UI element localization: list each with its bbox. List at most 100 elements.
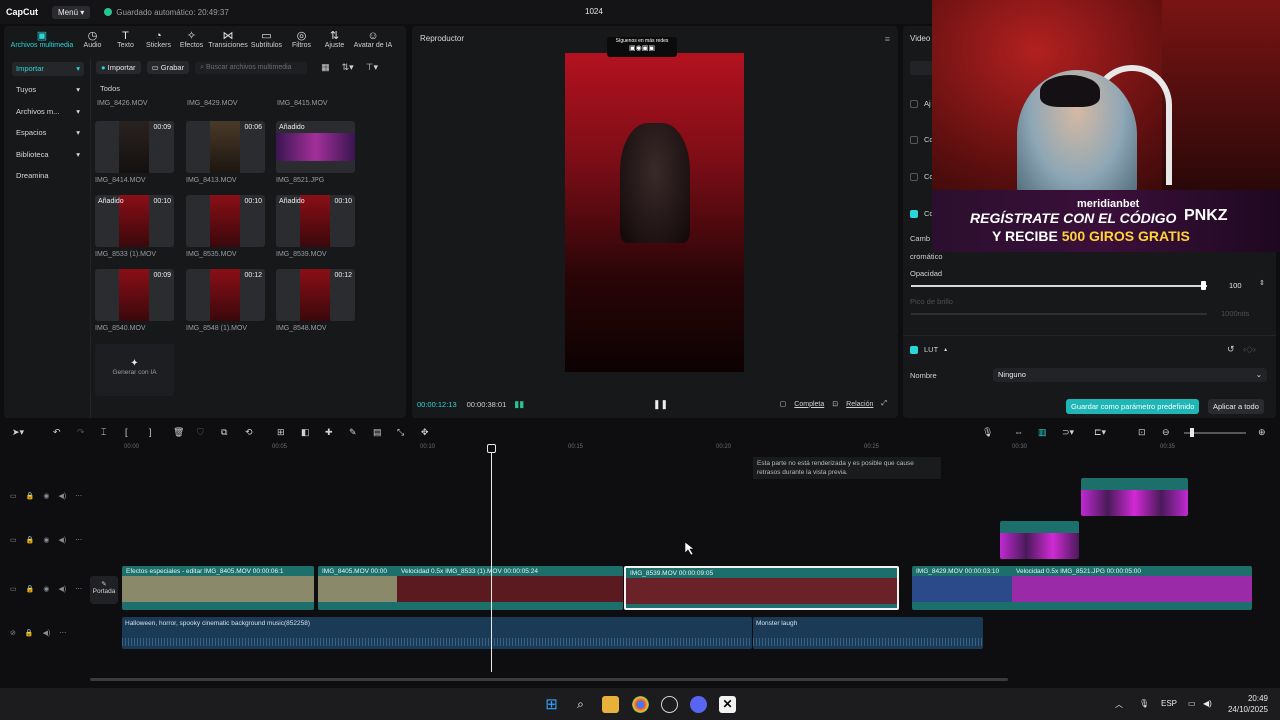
trim-right-icon[interactable]: ]: [149, 427, 152, 437]
network-icon[interactable]: ▭: [1188, 699, 1196, 708]
apply-all-button[interactable]: Aplicar a todo: [1208, 399, 1264, 414]
eye-icon[interactable]: ◉: [43, 585, 49, 593]
crop-icon[interactable]: ▢: [780, 400, 787, 408]
media-clip[interactable]: 00:12 IMG_8548 (1).MOV: [186, 269, 265, 332]
checkbox[interactable]: [910, 172, 918, 181]
media-clip[interactable]: 00:06 IMG_8413.MOV: [186, 121, 265, 184]
category-spaces[interactable]: Espacios ▾: [12, 126, 84, 140]
caption-toggle-icon[interactable]: ⊡: [1138, 427, 1146, 438]
more-icon[interactable]: ⋯: [75, 492, 82, 500]
transform-icon[interactable]: ⟲: [245, 427, 253, 438]
category-dreamina[interactable]: Dreamina: [12, 169, 84, 183]
freeze-icon[interactable]: ⊞: [277, 427, 285, 438]
check-row[interactable]: Co: [910, 209, 934, 218]
full-quality-button[interactable]: Completa: [794, 401, 824, 408]
zoom-in-icon[interactable]: ⊕: [1258, 427, 1266, 438]
clock[interactable]: 20:49 24/10/2025: [1228, 693, 1268, 715]
lut-row[interactable]: LUT ▴: [910, 345, 947, 354]
waveform-icon[interactable]: ▮▮: [514, 399, 524, 410]
speaker-icon[interactable]: ◀): [58, 536, 66, 544]
capcut-icon[interactable]: ✕: [719, 696, 736, 713]
redo-icon[interactable]: ↷: [77, 427, 85, 438]
eye-icon[interactable]: ◉: [43, 492, 49, 500]
delete-icon[interactable]: 🗑: [173, 427, 184, 438]
tab-effects[interactable]: ✧ Efectos: [175, 28, 208, 58]
opacity-slider-knob[interactable]: [1201, 281, 1207, 290]
opacity-value[interactable]: 100: [1229, 281, 1242, 290]
shield-icon[interactable]: ⛉: [197, 427, 204, 438]
tab-ai-avatar[interactable]: ☺ Avatar de IA: [351, 28, 395, 58]
mask-icon[interactable]: ✚: [325, 427, 333, 438]
lock-icon[interactable]: 🔒: [26, 585, 35, 593]
menu-button[interactable]: Menú ▾: [52, 5, 91, 19]
zoom-out-icon[interactable]: ⊖: [1162, 427, 1170, 438]
magic-icon[interactable]: ✎: [349, 427, 357, 438]
main-clip[interactable]: Efectos especiales - editar IMG_8405.MOV…: [122, 566, 314, 610]
checkbox-checked[interactable]: [910, 345, 918, 354]
overlay-clip[interactable]: IMG_8426.MOV 00:00:03:20: [1081, 478, 1188, 516]
checkbox[interactable]: [910, 99, 918, 108]
sort-icon[interactable]: ⇅▾: [342, 62, 354, 73]
video-preview[interactable]: [565, 53, 744, 372]
select-tool-icon[interactable]: ➤▾: [12, 427, 24, 438]
lock-icon[interactable]: 🔒: [26, 536, 35, 544]
checkbox[interactable]: [910, 135, 918, 144]
more-icon[interactable]: ⋯: [59, 629, 66, 637]
tab-adjust[interactable]: ⇅ Ajuste: [318, 28, 351, 58]
chrome-icon[interactable]: [632, 696, 649, 713]
link-icon[interactable]: ⇔: [1014, 427, 1023, 437]
search-input[interactable]: ⌕ Buscar archivos multimedia: [195, 61, 308, 74]
filter-all[interactable]: Todos: [100, 84, 120, 93]
more-icon[interactable]: ⋯: [75, 585, 82, 593]
speaker-icon[interactable]: ◀): [58, 585, 66, 593]
zoom-slider-knob[interactable]: [1190, 428, 1194, 437]
lut-select[interactable]: Ninguno ⌄: [993, 368, 1267, 382]
zoom-icon[interactable]: ⊡: [832, 400, 838, 408]
microphone-tray-icon[interactable]: 🎙: [1139, 699, 1149, 708]
mirror-icon[interactable]: ◧: [301, 427, 310, 438]
check-row[interactable]: Co: [910, 135, 934, 144]
ratio-button[interactable]: Relación: [846, 401, 873, 408]
tab-audio[interactable]: ◷ Audio: [76, 28, 109, 58]
overlay-clip[interactable]: IMG_8426.MOV 00:00: [1000, 521, 1079, 559]
obs-icon[interactable]: [661, 696, 678, 713]
crop-icon[interactable]: ⧉: [221, 427, 227, 438]
chain-icon[interactable]: ⊃▾: [1062, 427, 1074, 438]
resize-icon[interactable]: ⤡: [397, 427, 404, 438]
tab-subtitles[interactable]: ▭ Subtítulos: [248, 28, 285, 58]
tab-media[interactable]: ▣ Archivos multimedia: [8, 28, 76, 58]
media-clip[interactable]: Añadido 00:10 IMG_8533 (1).MOV: [95, 195, 174, 258]
undo-icon[interactable]: ↶: [53, 427, 61, 438]
discord-icon[interactable]: [690, 696, 707, 713]
tab-transitions[interactable]: ⋈ Transiciones: [208, 28, 248, 58]
volume-icon[interactable]: ◀): [1203, 699, 1212, 708]
media-clip[interactable]: 00:09 IMG_8540.MOV: [95, 269, 174, 332]
filter-icon[interactable]: ⊤▾: [366, 62, 378, 73]
main-clip[interactable]: Velocidad 0.5x IMG_8521.JPG 00:00:05:00: [1012, 566, 1252, 610]
caption-icon[interactable]: ▤: [373, 427, 382, 438]
generate-ai-button[interactable]: ✦ Generar con IA: [95, 344, 174, 396]
split-icon[interactable]: ⌶: [101, 427, 106, 438]
category-media-files[interactable]: Archivos m... ▾: [12, 105, 84, 119]
lock-icon[interactable]: 🔒: [26, 492, 35, 500]
category-library[interactable]: Biblioteca ▾: [12, 148, 84, 162]
more-icon[interactable]: ⋯: [75, 536, 82, 544]
microphone-icon[interactable]: 🎙: [982, 427, 993, 438]
audio-clip[interactable]: Halloween, horror, spooky cinematic back…: [122, 617, 752, 649]
tab-stickers[interactable]: ◔ Stickers: [142, 28, 175, 58]
checkbox-checked[interactable]: [910, 209, 918, 218]
media-clip[interactable]: Añadido 00:10 IMG_8539.MOV: [276, 195, 355, 258]
audio-clip[interactable]: Monster laugh: [753, 617, 983, 649]
lock-icon[interactable]: 🔒: [25, 629, 34, 637]
keyframe-icon[interactable]: ‹◇›: [1243, 344, 1256, 355]
language-indicator[interactable]: ESP: [1161, 699, 1177, 708]
windows-start-icon[interactable]: ⊞: [543, 696, 560, 713]
timeline-ruler[interactable]: 00:00 00:05 00:10 00:15 00:20 00:25 00:3…: [88, 444, 1280, 456]
tab-text[interactable]: T Texto: [109, 28, 142, 58]
check-row[interactable]: Co: [910, 172, 934, 181]
media-clip[interactable]: 00:10 IMG_8535.MOV: [186, 195, 265, 258]
file-explorer-icon[interactable]: [602, 696, 619, 713]
selected-clip[interactable]: IMG_8539.MOV 00:00:09:05: [624, 566, 899, 610]
trim-left-icon[interactable]: [: [125, 427, 128, 437]
tab-filters[interactable]: ◎ Filtros: [285, 28, 318, 58]
